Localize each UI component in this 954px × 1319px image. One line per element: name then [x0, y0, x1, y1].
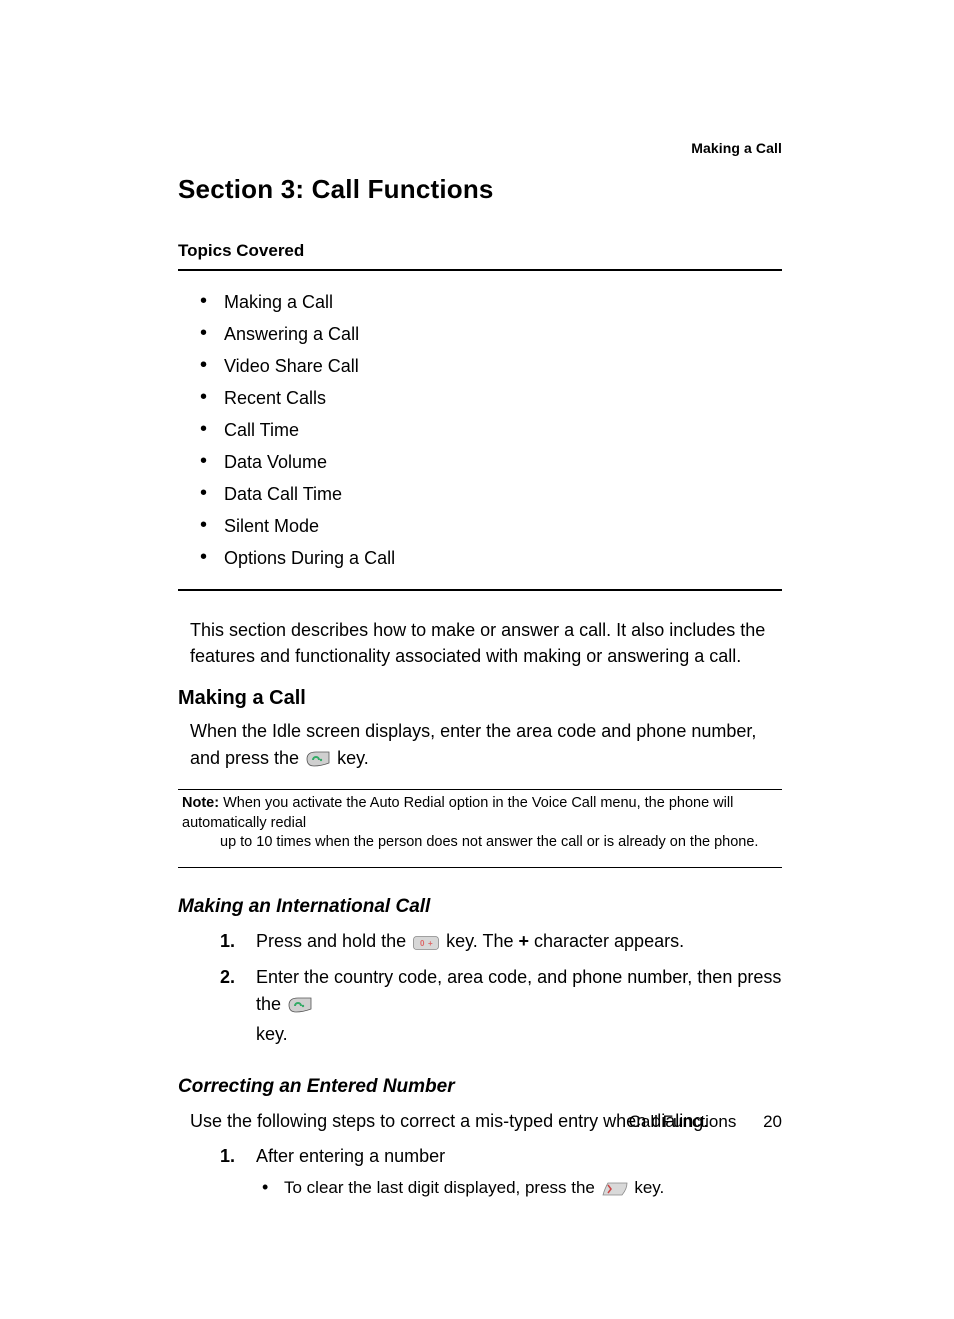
note-text: Note: When you activate the Auto Redial … [182, 794, 782, 853]
text-fragment: Enter the country code, area code, and p… [256, 967, 781, 1014]
international-steps: 1. Press and hold the 0+ key. The + char… [220, 928, 782, 1048]
list-item: Answering a Call [200, 325, 782, 343]
list-item: Call Time [200, 421, 782, 439]
svg-text:+: + [428, 939, 433, 948]
list-item: Making a Call [200, 293, 782, 311]
section-intro: This section describes how to make or an… [190, 617, 782, 669]
text-fragment: key. [630, 1178, 665, 1197]
text-fragment: key. [256, 1024, 288, 1044]
page-number: 20 [763, 1112, 782, 1132]
text-fragment: up to 10 times when the person does not … [220, 833, 782, 853]
text-fragment: key. The [441, 931, 518, 951]
zero-plus-key-icon: 0+ [413, 931, 439, 958]
step-number: 1. [220, 928, 235, 955]
list-item: Video Share Call [200, 357, 782, 375]
send-key-icon [306, 748, 330, 775]
note-divider [178, 789, 782, 790]
note-divider [178, 867, 782, 868]
making-a-call-text: When the Idle screen displays, enter the… [190, 718, 782, 775]
list-item: 1. Press and hold the 0+ key. The + char… [220, 928, 782, 958]
list-item: Options During a Call [200, 549, 782, 567]
step-number: 1. [220, 1143, 235, 1170]
plus-character: + [518, 931, 529, 951]
step-number: 2. [220, 964, 235, 991]
svg-text:0: 0 [420, 939, 425, 948]
text-fragment: When the Idle screen displays, enter the… [190, 721, 756, 768]
text-fragment: To clear the last digit displayed, press… [284, 1178, 600, 1197]
text-fragment: Press and hold the [256, 931, 411, 951]
note-label: Note: [182, 795, 219, 811]
topics-heading: Topics Covered [178, 241, 782, 261]
text-fragment: key. [332, 748, 369, 768]
text-fragment: After entering a number [256, 1146, 445, 1166]
running-head: Making a Call [178, 140, 782, 156]
list-item: 1. After entering a number To clear the … [220, 1143, 782, 1203]
clear-key-icon [602, 1179, 628, 1203]
text-fragment: character appears. [529, 931, 684, 951]
topics-list: Making a Call Answering a Call Video Sha… [200, 293, 782, 567]
list-item: Recent Calls [200, 389, 782, 407]
correcting-steps: 1. After entering a number To clear the … [220, 1143, 782, 1203]
correcting-number-heading: Correcting an Entered Number [178, 1076, 782, 1098]
section-title: Section 3: Call Functions [178, 174, 782, 205]
international-call-heading: Making an International Call [178, 896, 782, 918]
list-item: Data Call Time [200, 485, 782, 503]
send-key-icon [288, 994, 312, 1021]
divider [178, 589, 782, 591]
list-item: To clear the last digit displayed, press… [262, 1176, 782, 1203]
page-footer: Call Functions 20 [178, 1112, 782, 1132]
footer-section-name: Call Functions [629, 1112, 737, 1131]
sub-list: To clear the last digit displayed, press… [262, 1176, 782, 1203]
list-item: Silent Mode [200, 517, 782, 535]
text-fragment: When you activate the Auto Redial option… [182, 795, 733, 831]
making-a-call-heading: Making a Call [178, 687, 782, 710]
list-item: Data Volume [200, 453, 782, 471]
divider [178, 269, 782, 271]
list-item: 2. Enter the country code, area code, an… [220, 964, 782, 1048]
